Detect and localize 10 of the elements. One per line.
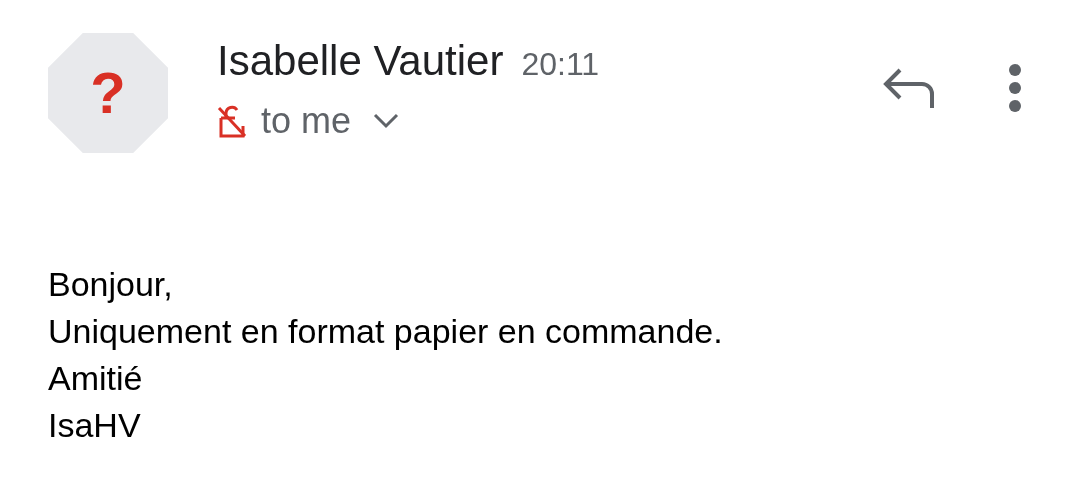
details-toggle[interactable] xyxy=(373,113,400,129)
message-line: Amitié xyxy=(48,358,144,399)
recipients-label: to me xyxy=(261,99,352,143)
message-line: Bonjour, xyxy=(48,264,174,305)
sender-name: Isabelle Vautier xyxy=(217,36,504,86)
message-line: IsaHV xyxy=(48,405,142,446)
message-time: 20:11 xyxy=(521,46,600,83)
more-options-button[interactable] xyxy=(1008,63,1022,113)
question-mark: ? xyxy=(90,64,126,122)
message-line: Uniquement en format papier en commande. xyxy=(48,311,724,352)
